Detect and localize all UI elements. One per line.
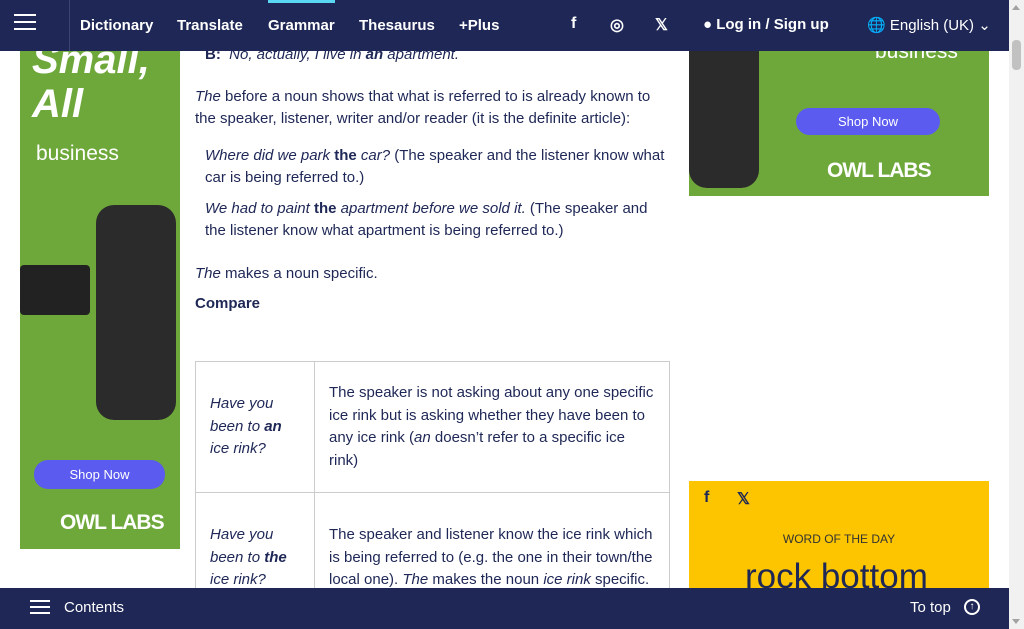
language-label: English (UK) (889, 17, 975, 34)
top-navigation-bar: Dictionary Translate Grammar Thesaurus +… (0, 0, 1009, 51)
text: ice rink (543, 571, 591, 589)
instagram-icon[interactable]: ◎ (610, 15, 624, 35)
hamburger-menu-icon[interactable] (14, 14, 36, 32)
chevron-down-icon: ⌄ (978, 17, 991, 34)
text: The (402, 571, 429, 589)
scrollbar-thumb[interactable] (1012, 40, 1021, 70)
bottom-bar: Contents To top ↑ (0, 588, 1009, 629)
text: specific. (590, 571, 650, 589)
nav-plus[interactable]: +Plus (459, 17, 499, 34)
compare-table: Have you been to an ice rink? The speake… (195, 361, 670, 624)
text: The (195, 87, 221, 105)
ad-headline: Small, All (32, 38, 150, 126)
nav-thesaurus[interactable]: Thesaurus (359, 17, 435, 34)
product-image (96, 205, 176, 420)
text: makes the noun (428, 571, 544, 589)
divider (69, 0, 70, 51)
text: apartment before we sold it. (336, 199, 526, 217)
shop-now-button[interactable]: Shop Now (34, 460, 165, 489)
word-of-the-day-label: WORD OF THE DAY (782, 532, 896, 546)
text: We had to paint (205, 199, 314, 217)
advertisement-left[interactable]: Small, All business Shop Now OWL LABS (20, 0, 180, 549)
table-cell: The speaker is not asking about any one … (314, 361, 670, 493)
text: the (334, 146, 357, 164)
product-image (20, 265, 90, 315)
table-cell: Have you been to an ice rink? (195, 361, 315, 493)
example: We had to paint the apartment before we … (195, 198, 670, 243)
paragraph: The before a noun shows that what is ref… (195, 86, 670, 131)
arrow-up-circle-icon[interactable]: ↑ (964, 599, 980, 615)
text: ice rink? (210, 440, 266, 458)
facebook-share-icon[interactable]: f (704, 489, 709, 507)
text: the (313, 199, 337, 217)
slash: / (765, 16, 770, 33)
text: ice rink? (210, 571, 266, 589)
x-share-icon[interactable]: 𝕏 (737, 489, 750, 509)
article-content: B: No, actually, I live in an apartment.… (195, 44, 670, 316)
nav-translate[interactable]: Translate (177, 17, 243, 34)
text: before a noun shows that what is referre… (195, 87, 651, 128)
x-icon[interactable]: 𝕏 (655, 15, 668, 35)
text: an (414, 429, 431, 446)
brand-logo: OWL LABS (827, 159, 932, 182)
brand-logo: OWL LABS (60, 511, 165, 534)
shop-now-button[interactable]: Shop Now (796, 108, 940, 135)
to-top-link[interactable]: To top (910, 599, 951, 616)
nav-grammar[interactable]: Grammar (268, 0, 335, 34)
facebook-icon[interactable]: f (571, 15, 576, 33)
text: makes a noun specific. (220, 264, 378, 282)
nav-dictionary[interactable]: Dictionary (80, 17, 153, 34)
language-selector[interactable]: 🌐 English (UK) ⌄ (867, 16, 991, 34)
ad-subtitle: business (36, 142, 119, 165)
scrollbar[interactable] (1009, 0, 1024, 629)
example: Where did we park the car? (The speaker … (195, 145, 670, 190)
text: The (195, 264, 221, 282)
section-heading: Compare (195, 295, 261, 312)
paragraph: The makes a noun specific. (195, 263, 670, 286)
scroll-down-arrow-icon[interactable] (1012, 619, 1020, 624)
text: Where did we park (205, 146, 335, 164)
login-area: ● Log in / Sign up (703, 16, 829, 33)
text: the (264, 548, 287, 566)
user-icon: ● (703, 16, 713, 33)
signup-link[interactable]: Sign up (774, 16, 829, 33)
login-link[interactable]: Log in (716, 16, 761, 33)
text: car? (356, 146, 391, 164)
contents-link[interactable]: Contents (64, 599, 124, 616)
table-row: Have you been to an ice rink? The speake… (195, 361, 670, 493)
globe-icon: 🌐 (867, 17, 886, 34)
text: an (264, 417, 282, 435)
contents-menu-icon[interactable] (30, 600, 50, 616)
scroll-up-arrow-icon[interactable] (1012, 5, 1020, 10)
